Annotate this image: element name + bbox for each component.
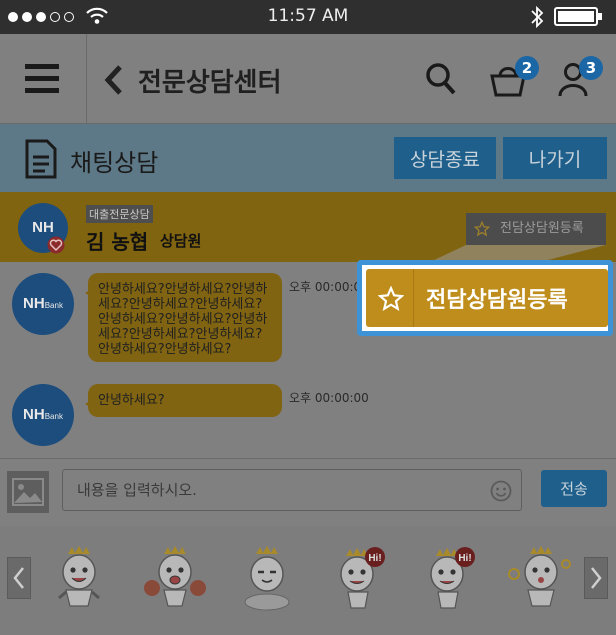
star-icon [378, 286, 404, 311]
sticker-next-button[interactable] [584, 557, 608, 599]
menu-icon[interactable] [25, 62, 59, 94]
image-icon [12, 478, 44, 506]
counselor-rank: 상담원 [160, 232, 202, 250]
register-label-small: 전담상담원등록 [500, 221, 584, 236]
chat-title: 채팅상담 [70, 149, 159, 177]
counselor-name: 김 농협 [86, 230, 149, 254]
register-label: 전담상담원등록 [426, 288, 568, 313]
send-button[interactable]: 전송 [541, 470, 607, 507]
sticker-mascot[interactable]: Hi! [418, 544, 488, 614]
sticker-mascot[interactable] [140, 544, 210, 614]
status-bar: 11:57 AM [0, 0, 616, 34]
sticker-prev-button[interactable] [7, 557, 31, 599]
register-counselor-button-small[interactable]: 전담상담원등록 [466, 213, 606, 245]
sticker-hi-text: Hi! [458, 553, 471, 564]
user-badge: 3 [579, 56, 603, 80]
sticker-hi-text: Hi! [368, 553, 381, 564]
register-counselor-button[interactable]: 전담상담원등록 [366, 269, 608, 327]
message-bubble: 안녕하세요?안녕하세요?안녕하세요?안녕하세요?안녕하세요?안녕하세요?안녕하세… [85, 273, 282, 362]
chat-title-bar: 채팅상담 상담종료 나가기 [0, 124, 616, 192]
message-time: 오후 00:00:00 [289, 391, 369, 405]
end-consult-button[interactable]: 상담종료 [394, 137, 496, 179]
bluetooth-icon [531, 5, 544, 29]
exit-button[interactable]: 나가기 [503, 137, 607, 179]
message-input[interactable] [62, 469, 522, 511]
app-header: 전문상담센터 2 3 [0, 34, 616, 124]
clock: 11:57 AM [267, 6, 349, 26]
page-title: 전문상담센터 [138, 67, 282, 97]
avatar-sub: Bank [44, 301, 63, 310]
counselor-tag: 대출전문상담 [86, 205, 153, 223]
cart-button[interactable]: 2 [490, 56, 540, 102]
bot-avatar: NHBank [12, 273, 74, 335]
heart-icon [47, 236, 65, 254]
message-bubble: 안녕하세요? [85, 384, 282, 417]
divider [86, 34, 87, 124]
chevron-right-icon [591, 567, 602, 589]
chevron-left-icon [13, 567, 24, 589]
emoji-icon[interactable] [490, 480, 512, 502]
avatar-text: NH [23, 295, 45, 312]
sticker-mascot[interactable] [232, 544, 302, 614]
bot-avatar: NHBank [12, 384, 74, 446]
sticker-mascot[interactable]: Hi! [328, 544, 398, 614]
user-button[interactable]: 3 [557, 56, 607, 102]
sticker-mascot[interactable] [506, 544, 576, 614]
document-icon [25, 139, 57, 179]
attach-image-button[interactable] [7, 471, 49, 513]
battery-icon [554, 7, 602, 26]
avatar-text: NH [23, 406, 45, 423]
sticker-mascot[interactable] [44, 544, 114, 614]
star-cell [366, 269, 414, 327]
cart-badge: 2 [515, 56, 539, 80]
star-icon [474, 221, 490, 237]
back-chevron-icon[interactable] [104, 64, 124, 96]
avatar-sub: Bank [44, 412, 63, 421]
search-icon[interactable] [425, 62, 457, 96]
